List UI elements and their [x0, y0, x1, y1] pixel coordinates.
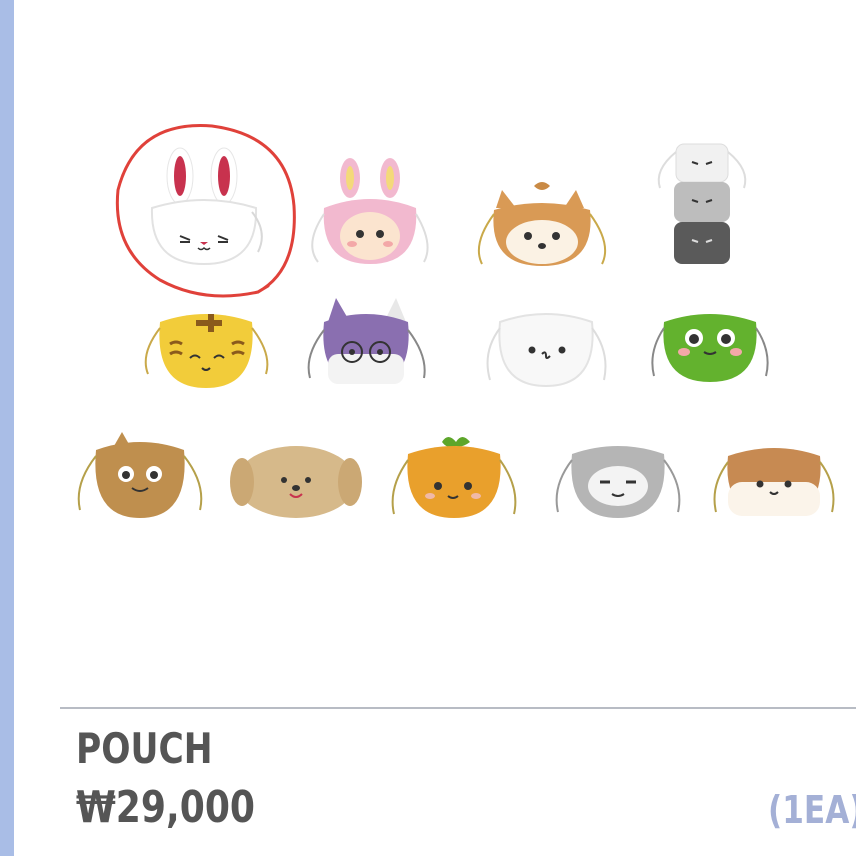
orange-pouch-icon: [388, 432, 522, 520]
wolf-pouch-icon: [300, 296, 434, 386]
product-image-grid: [0, 0, 856, 700]
fawn-pouch-icon: [472, 174, 612, 268]
puppy-pouch-icon: [228, 440, 364, 520]
dumpling-pouch-icon: [484, 302, 610, 388]
product-price: ₩29,000: [76, 782, 256, 833]
tiger-pouch-icon: [140, 304, 274, 390]
product-name: POUCH: [76, 724, 213, 773]
pink-bunny-pouch-icon: [304, 154, 436, 266]
frog-pouch-icon: [648, 302, 772, 384]
gray-cat-pouch-icon: [552, 440, 686, 520]
product-quantity: (1EA): [768, 788, 856, 832]
rabbit-pouch-icon: [140, 146, 270, 268]
divider: [60, 707, 856, 709]
squirrel-pouch-icon: [70, 428, 210, 520]
stacked-cats-pouch-icon: [654, 140, 754, 268]
hamster-pouch-icon: [712, 442, 838, 518]
